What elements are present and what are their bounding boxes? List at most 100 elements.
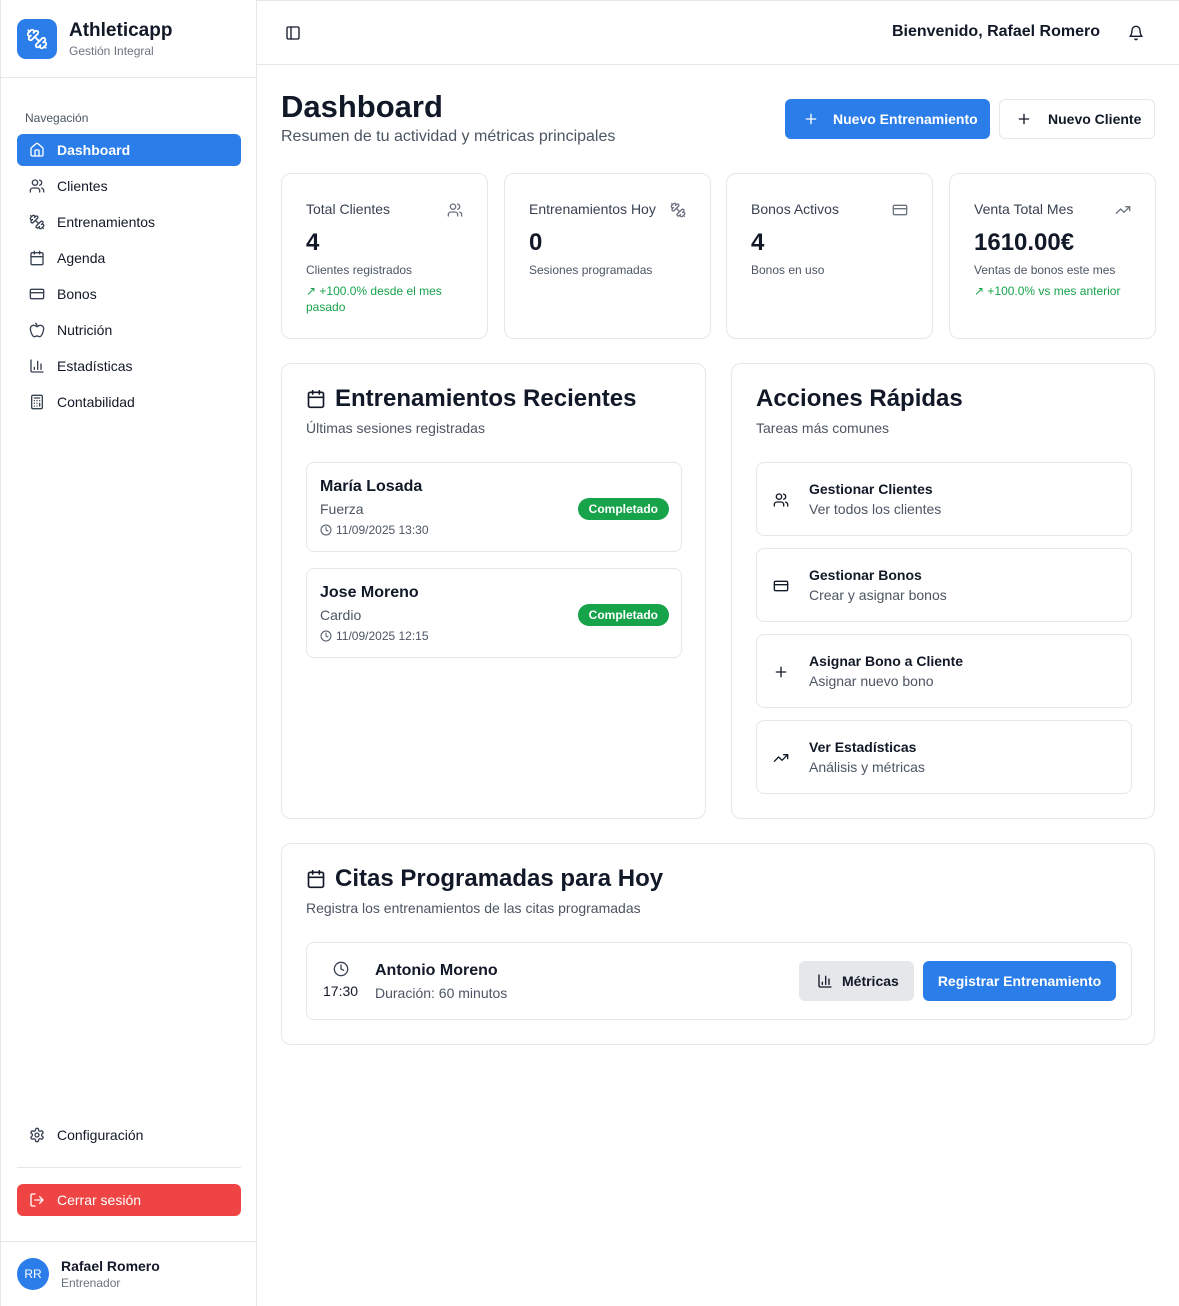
sidebar-item-label: Agenda (57, 250, 106, 266)
action-subtitle: Análisis y métricas (809, 759, 925, 775)
sidebar-divider (17, 1167, 241, 1168)
appointments-subtitle: Registra los entrenamientos de las citas… (306, 900, 641, 916)
logout-button[interactable]: Cerrar sesión (17, 1184, 241, 1216)
status-badge: Completado (577, 498, 669, 520)
sidebar-item-label: Clientes (57, 178, 108, 194)
appointment-client-name: Antonio Moreno (375, 962, 498, 979)
training-client-name: Jose Moreno (320, 584, 419, 601)
stat-value: 0 (529, 229, 543, 256)
training-type: Fuerza (320, 501, 364, 517)
app-subtitle: Gestión Integral (69, 43, 154, 58)
metrics-label: Métricas (842, 973, 899, 989)
recent-trainings-card: Entrenamientos Recientes Últimas sesione… (281, 363, 706, 819)
sidebar-item-label: Estadísticas (57, 358, 133, 374)
sidebar-item-clientes[interactable]: Clientes (17, 170, 241, 202)
stat-desc: Ventas de bonos este mes (974, 263, 1116, 277)
training-item[interactable]: María Losada Fuerza 11/09/2025 13:30 Com… (306, 462, 682, 552)
stat-label: Venta Total Mes (974, 201, 1074, 217)
action-manage-clients[interactable]: Gestionar Clientes Ver todos los cliente… (756, 462, 1132, 536)
sidebar-item-dashboard[interactable]: Dashboard (17, 134, 241, 166)
new-client-button[interactable]: Nuevo Cliente (999, 99, 1155, 139)
sidebar-item-nutricion[interactable]: Nutrición (17, 314, 241, 346)
action-title: Gestionar Bonos (809, 567, 922, 583)
sidebar-item-contabilidad[interactable]: Contabilidad (17, 386, 241, 418)
action-manage-bonos[interactable]: Gestionar Bonos Crear y asignar bonos (756, 548, 1132, 622)
stat-label: Total Clientes (306, 201, 391, 217)
action-subtitle: Asignar nuevo bono (809, 673, 934, 689)
credit-card-icon (773, 578, 789, 594)
stat-label: Entrenamientos Hoy (529, 201, 656, 217)
plus-icon (1016, 111, 1032, 127)
training-client-name: María Losada (320, 478, 423, 495)
new-training-button[interactable]: Nuevo Entrenamiento (785, 99, 990, 139)
stat-card-venta-total-mes: Venta Total Mes 1610.00€ Ventas de bonos… (949, 173, 1156, 339)
stat-trend: ↗ +100.0% vs mes anterior (974, 284, 1121, 298)
page-title: Dashboard (281, 89, 443, 124)
sidebar-item-agenda[interactable]: Agenda (17, 242, 241, 274)
action-title: Ver Estadísticas (809, 739, 917, 755)
stat-card-entrenamientos-hoy: Entrenamientos Hoy 0 Sesiones programada… (504, 173, 711, 339)
clock-icon (333, 961, 349, 977)
metrics-button[interactable]: Métricas (799, 961, 914, 1001)
user-name: Rafael Romero (61, 1258, 160, 1274)
trending-up-icon (1115, 202, 1131, 218)
user-profile[interactable]: RR Rafael Romero Entrenador (1, 1241, 257, 1306)
register-training-button[interactable]: Registrar Entrenamiento (923, 961, 1116, 1001)
action-assign-bono[interactable]: Asignar Bono a Cliente Asignar nuevo bon… (756, 634, 1132, 708)
quick-actions-subtitle: Tareas más comunes (756, 420, 890, 436)
stat-card-total-clientes: Total Clientes 4 Clientes registrados ↗ … (281, 173, 488, 339)
sidebar-item-configuracion[interactable]: Configuración (17, 1119, 241, 1151)
stat-value: 1610.00€ (974, 229, 1075, 256)
action-title: Asignar Bono a Cliente (809, 653, 964, 669)
appointment-time: 17:30 (323, 983, 359, 999)
credit-card-icon (892, 202, 908, 218)
sidebar-item-entrenamientos[interactable]: Entrenamientos (17, 206, 241, 238)
credit-card-icon (29, 286, 45, 302)
users-icon (773, 492, 789, 508)
calendar-icon (306, 389, 326, 409)
appointments-title: Citas Programadas para Hoy (306, 865, 663, 893)
training-date-text: 11/09/2025 12:15 (336, 629, 429, 643)
nav-heading: Navegación (25, 111, 89, 125)
topbar: Bienvenido, Rafael Romero (257, 0, 1179, 65)
brand[interactable]: Athleticapp Gestión Integral (1, 0, 256, 78)
stat-desc: Clientes registrados (306, 263, 413, 277)
appointments-card: Citas Programadas para Hoy Registra los … (281, 843, 1155, 1045)
training-date-text: 11/09/2025 13:30 (336, 523, 429, 537)
section-title-text: Entrenamientos Recientes (335, 385, 637, 412)
bell-icon[interactable] (1128, 25, 1144, 41)
logout-icon (29, 1192, 45, 1208)
training-item[interactable]: Jose Moreno Cardio 11/09/2025 12:15 Comp… (306, 568, 682, 658)
training-type: Cardio (320, 607, 362, 623)
sidebar-toggle-icon[interactable] (285, 25, 301, 41)
sidebar-item-bonos[interactable]: Bonos (17, 278, 241, 310)
action-view-stats[interactable]: Ver Estadísticas Análisis y métricas (756, 720, 1132, 794)
appointment-duration: Duración: 60 minutos (375, 985, 508, 1001)
logout-label: Cerrar sesión (57, 1192, 142, 1208)
new-training-label: Nuevo Entrenamiento (833, 111, 978, 127)
dumbbell-icon (17, 18, 57, 59)
users-icon (447, 202, 463, 218)
action-subtitle: Crear y asignar bonos (809, 587, 947, 603)
stat-desc: Bonos en uso (751, 263, 825, 277)
new-client-label: Nuevo Cliente (1048, 111, 1142, 127)
sidebar-item-estadisticas[interactable]: Estadísticas (17, 350, 241, 382)
stat-value: 4 (306, 229, 320, 256)
trending-up-icon (773, 750, 789, 766)
apple-icon (29, 322, 45, 338)
bar-chart-icon (817, 973, 833, 989)
stat-trend: ↗ +100.0% desde el mes pasado (306, 284, 442, 314)
sidebar-item-label: Nutrición (57, 322, 113, 338)
user-role: Entrenador (61, 1276, 121, 1290)
quick-actions-card: Acciones Rápidas Tareas más comunes Gest… (731, 363, 1155, 819)
action-title: Gestionar Clientes (809, 481, 933, 497)
sidebar: Athleticapp Gestión Integral Navegación … (0, 0, 257, 1306)
calendar-icon (306, 869, 326, 889)
welcome-text: Bienvenido, Rafael Romero (891, 23, 1100, 40)
training-date: 11/09/2025 13:30 (320, 523, 429, 537)
stat-desc: Sesiones programadas (529, 263, 653, 277)
clock-icon (320, 630, 332, 642)
clock-icon (320, 524, 332, 536)
recent-trainings-title: Entrenamientos Recientes (306, 385, 636, 413)
plus-icon (803, 111, 819, 127)
